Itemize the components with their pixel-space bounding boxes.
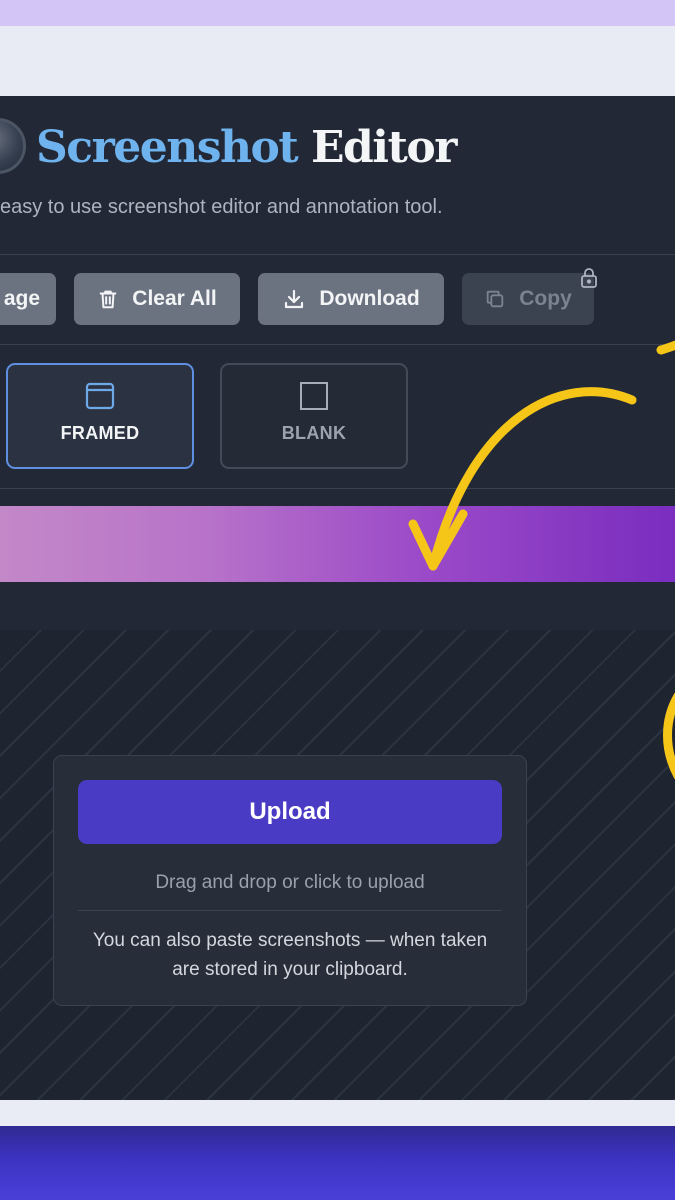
blank-mode-label: BLANK: [281, 423, 347, 443]
download-label: Download: [319, 287, 420, 310]
download-button[interactable]: Download: [258, 273, 444, 325]
app-title-accent: Screenshot: [36, 122, 299, 173]
app-title: Screenshot Editor: [36, 118, 457, 178]
framed-mode-label: FRAMED: [60, 423, 140, 443]
app-subtitle: easy to use screenshot editor and annota…: [0, 196, 443, 218]
app-window: Screenshot Editor easy to use screenshot…: [0, 96, 675, 1100]
app-title-rest: Editor: [311, 122, 457, 173]
clear-all-button[interactable]: Clear All: [74, 273, 240, 325]
upload-card: Upload Drag and drop or click to upload …: [53, 755, 527, 1006]
background-gradient-swatch[interactable]: [0, 506, 675, 582]
card-divider: [78, 910, 502, 911]
trash-icon: [99, 290, 117, 309]
browser-bar: [0, 26, 675, 96]
background-bottom-band: [0, 1126, 675, 1200]
frame-mode-selector: FRAMED BLANK: [0, 344, 675, 488]
blank-square-icon: [300, 382, 328, 410]
lock-icon: [581, 268, 597, 288]
blank-mode-option[interactable]: BLANK: [220, 363, 408, 469]
paste-hint-line: You can also paste screenshots — when ta…: [92, 930, 488, 951]
toolbar: age Clear All Download Copy: [0, 254, 675, 344]
image-button[interactable]: age: [0, 273, 56, 325]
copy-button[interactable]: Copy: [462, 273, 594, 325]
image-button-label: age: [3, 287, 40, 310]
upload-button[interactable]: Upload: [78, 780, 502, 844]
paste-hint: You can also paste screenshots — when ta…: [54, 926, 526, 984]
copy-icon: [487, 290, 504, 308]
background-top-band: [0, 0, 675, 26]
paste-hint-line: are stored in your clipboard.: [172, 959, 408, 980]
window-frame-icon: [85, 382, 115, 410]
divider: [0, 488, 675, 489]
avatar: [0, 118, 26, 174]
clear-all-label: Clear All: [132, 287, 217, 310]
copy-label: Copy: [519, 287, 572, 310]
framed-mode-option[interactable]: FRAMED: [6, 363, 194, 469]
window-bottom-edge: [0, 1100, 675, 1126]
download-icon: [285, 289, 304, 309]
drag-drop-hint: Drag and drop or click to upload: [155, 872, 425, 893]
